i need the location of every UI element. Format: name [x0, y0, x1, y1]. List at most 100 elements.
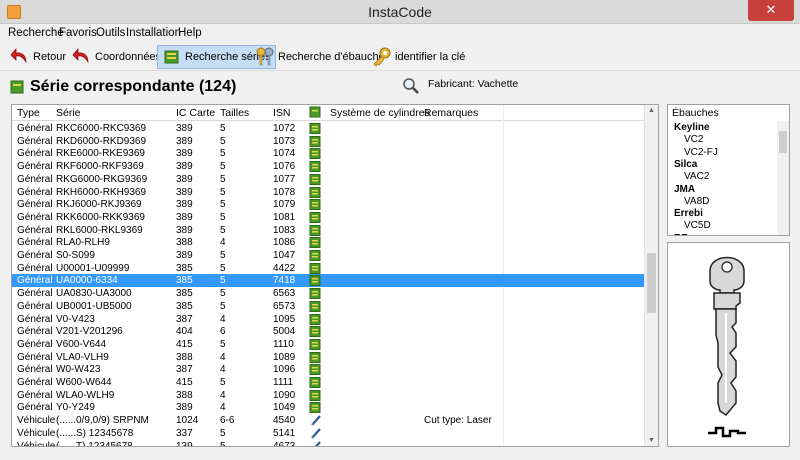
table-row[interactable]: Général UB0001-UB5000 385 5 6573: [12, 300, 645, 313]
book-icon[interactable]: [309, 389, 321, 401]
cell-ic: 387: [176, 364, 193, 376]
column-header-isn[interactable]: ISN: [273, 107, 291, 119]
book-icon[interactable]: [309, 250, 321, 261]
table-row[interactable]: Général RLA0-RLH9 388 4 1086: [12, 236, 645, 249]
table-row[interactable]: Général W0-W423 387 4 1096: [12, 363, 645, 376]
table-row[interactable]: Véhicule (......S) 12345678 337 5 5141: [12, 427, 645, 440]
close-button[interactable]: ✕: [748, 0, 794, 21]
coordinates-button[interactable]: Coordonnées: [68, 45, 165, 69]
table-row[interactable]: Général RKD6000-RKD9369 389 5 1073: [12, 135, 645, 148]
cell-type: Général: [17, 313, 53, 325]
blank-item[interactable]: VAC2: [684, 171, 709, 182]
book-icon[interactable]: [309, 351, 321, 363]
scrollbar-thumb[interactable]: [647, 253, 656, 313]
column-header-serie[interactable]: Série: [56, 107, 81, 119]
cell-isn: 1047: [273, 250, 296, 261]
book-icon[interactable]: [309, 288, 321, 300]
table-row[interactable]: Général RKH6000-RKH9369 389 5 1078: [12, 186, 645, 199]
book-icon[interactable]: [309, 161, 321, 173]
menu-help[interactable]: Help: [178, 27, 202, 39]
blank-item[interactable]: VC5D: [684, 220, 711, 231]
book-icon[interactable]: [309, 135, 321, 147]
book-icon[interactable]: [309, 402, 321, 414]
book-icon[interactable]: [309, 199, 321, 211]
cell-serie: S0-S099: [56, 250, 95, 261]
book-icon[interactable]: [309, 186, 321, 198]
column-header-systeme[interactable]: Système de cylindres: [330, 107, 430, 119]
book-icon[interactable]: [309, 326, 321, 338]
identify-key-button[interactable]: identifier la clé: [368, 45, 469, 69]
cell-serie: V0-V423: [56, 313, 95, 325]
cell-tailles: 4: [220, 389, 226, 401]
menu-installation[interactable]: Installation: [126, 27, 181, 39]
book-icon[interactable]: [309, 123, 321, 134]
table-row[interactable]: Général VLA0-VLH9 388 4 1089: [12, 351, 645, 364]
table-row[interactable]: Véhicule (......0/9,0/9) SRPNM 1024 6-6 4540…: [12, 414, 645, 427]
table-row[interactable]: Général W600-W644 415 5 1111: [12, 376, 645, 389]
magnifier-icon[interactable]: [402, 77, 420, 95]
cell-serie: V201-V201296: [56, 326, 123, 338]
table-row[interactable]: Général V0-V423 387 4 1095: [12, 313, 645, 326]
table-row[interactable]: Général RKL6000-RKL9369 389 5 1083: [12, 224, 645, 237]
cell-serie: RKE6000-RKE9369: [56, 148, 145, 160]
cell-ic: 389: [176, 173, 193, 185]
table-row[interactable]: Général Y0-Y249 389 4 1049: [12, 401, 645, 414]
table-row[interactable]: Général RKJ6000-RKJ9369 389 5 1079: [12, 198, 645, 211]
table-row[interactable]: Général RKF6000-RKF9369 389 5 1076: [12, 160, 645, 173]
blank-item[interactable]: VA8D: [684, 196, 709, 207]
key-image: [708, 256, 746, 438]
menu-outils[interactable]: Outils: [96, 27, 125, 39]
table-row[interactable]: Général RKK6000-RKK9369 389 5 1081: [12, 211, 645, 224]
book-icon[interactable]: [309, 148, 321, 160]
book-icon[interactable]: [309, 300, 321, 312]
book-icon[interactable]: [309, 262, 321, 274]
cell-isn: 1049: [273, 402, 296, 414]
menu-recherche[interactable]: Recherche: [8, 27, 64, 39]
blank-item[interactable]: VC2-FJ: [684, 147, 718, 158]
back-button[interactable]: Retour: [6, 45, 70, 69]
table-row[interactable]: Général U00001-U09999 385 5 4422: [12, 262, 645, 275]
column-header-tailles[interactable]: Tailles: [220, 107, 249, 119]
scroll-up-icon[interactable]: ▲: [648, 107, 655, 114]
pen-icon[interactable]: [310, 440, 322, 446]
column-header-remarques[interactable]: Remarques: [424, 107, 478, 119]
table-row[interactable]: Général UA0000-6334 385 5 7418: [12, 274, 645, 288]
cell-ic: 389: [176, 224, 193, 236]
cell-type: Général: [17, 199, 53, 211]
scroll-down-icon[interactable]: ▼: [648, 437, 655, 444]
pen-icon[interactable]: [310, 415, 322, 426]
blanks-scrollbar-thumb[interactable]: [779, 131, 787, 153]
cell-ic: 389: [176, 161, 193, 173]
table-row[interactable]: Général RKE6000-RKE9369 389 5 1074: [12, 147, 645, 160]
table-row[interactable]: Général RKG6000-RKG9369 389 5 1077: [12, 173, 645, 186]
results-header: Série correspondante (124) Fabricant: Va…: [0, 72, 800, 104]
book-icon[interactable]: [309, 377, 321, 388]
table-row[interactable]: Général WLA0-WLH9 388 4 1090: [12, 389, 645, 402]
book-icon[interactable]: [309, 211, 321, 223]
table-row[interactable]: Général V201-V201296 404 6 5004: [12, 325, 645, 338]
table-scrollbar[interactable]: ▲ ▼: [644, 105, 658, 446]
cell-serie: RKL6000-RKL9369: [56, 224, 143, 236]
table-row[interactable]: Général V600-V644 415 5 1110: [12, 338, 645, 351]
book-icon[interactable]: [309, 224, 321, 236]
book-icon[interactable]: [309, 173, 321, 185]
table-row[interactable]: Général RKC6000-RKC9369 389 5 1072: [12, 122, 645, 135]
cell-serie: W0-W423: [56, 364, 101, 376]
menu-favoris[interactable]: Favoris: [59, 27, 97, 39]
book-icon[interactable]: [309, 275, 321, 287]
table-row[interactable]: Général UA0830-UA3000 385 5 6563: [12, 287, 645, 300]
cell-type: Général: [17, 123, 53, 134]
column-header-type[interactable]: Type: [17, 107, 40, 119]
table-row[interactable]: Général S0-S099 389 5 1047: [12, 249, 645, 262]
table-row[interactable]: Véhicule (......T) 12345678 139 5 4673: [12, 440, 645, 446]
pen-icon[interactable]: [310, 428, 322, 439]
book-icon[interactable]: [309, 313, 321, 325]
book-icon[interactable]: [309, 364, 321, 376]
blanks-scrollbar[interactable]: [777, 121, 789, 235]
book-icon[interactable]: [309, 237, 321, 249]
blank-item[interactable]: VC2: [684, 134, 703, 145]
cell-ic: 385: [176, 262, 193, 274]
book-icon[interactable]: [309, 338, 321, 350]
column-header-ic-carte[interactable]: IC Carte: [176, 107, 215, 119]
cell-serie: W600-W644: [56, 377, 112, 388]
